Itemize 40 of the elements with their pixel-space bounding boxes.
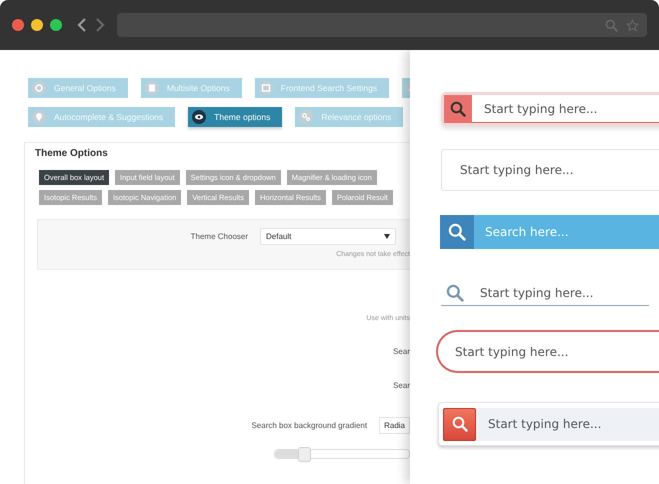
minimize-window-button[interactable]	[31, 19, 43, 31]
search-input[interactable]: Start typing here...	[460, 163, 659, 177]
search-field[interactable]: Start typing here...	[441, 92, 659, 126]
tab-icon	[192, 110, 206, 124]
caret-icon	[384, 234, 390, 239]
search-input[interactable]: Search here...	[474, 225, 659, 239]
option-tab[interactable]: Relevance options	[295, 107, 404, 127]
star-icon[interactable]	[626, 18, 639, 32]
gradient-select[interactable]: Radia	[379, 417, 410, 434]
search-icon	[605, 18, 618, 32]
search-field[interactable]: Search here...	[440, 215, 659, 249]
search-icon	[448, 223, 466, 241]
option-tab[interactable]: Multisite Options	[140, 78, 242, 98]
option-tab[interactable]: General Options	[28, 78, 128, 98]
tab-icon	[32, 110, 46, 124]
tab-icon	[144, 81, 159, 95]
search-icon	[450, 101, 466, 117]
search-icon	[452, 416, 468, 432]
slider-handle[interactable]	[298, 447, 312, 462]
section-title: Theme Options	[34, 148, 108, 159]
search-input[interactable]: Start typing here...	[476, 408, 659, 440]
field-label: Theme Chooser	[190, 232, 248, 241]
search-field[interactable]: Start typing here...	[436, 330, 659, 373]
search-icon	[446, 284, 464, 302]
option-tab[interactable]: Frontend Search Settings	[254, 78, 390, 98]
option-tab[interactable]: Autocomplete & Suggestions	[28, 107, 176, 127]
tab-icon	[299, 110, 314, 124]
close-window-button[interactable]	[12, 19, 24, 31]
theme-select[interactable]: Default	[260, 228, 396, 245]
maximize-window-button[interactable]	[50, 19, 62, 31]
search-input[interactable]: Start typing here...	[464, 286, 649, 300]
search-input[interactable]: Start typing here...	[455, 344, 659, 358]
field-label: Sear	[393, 381, 410, 390]
field-label: Search box background gradient	[251, 421, 368, 430]
search-input[interactable]: Start typing here...	[472, 95, 659, 123]
tab-icon	[258, 81, 273, 95]
search-field[interactable]: Start typing here...	[441, 280, 649, 306]
option-tab[interactable]: Theme options	[188, 107, 282, 127]
field-label: Sear	[393, 347, 410, 356]
tab-icon	[32, 81, 46, 95]
